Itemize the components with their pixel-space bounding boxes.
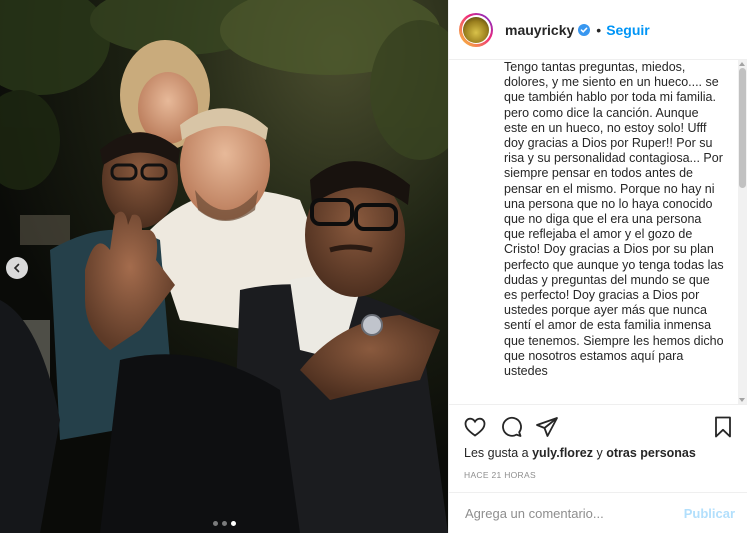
post-header: mauyricky • Seguir: [449, 0, 747, 60]
avatar[interactable]: [459, 12, 493, 47]
caption-scrollbar[interactable]: [738, 60, 747, 404]
avatar-image: [463, 16, 489, 43]
carousel-dot: [212, 521, 218, 526]
likes-others-link[interactable]: otras personas: [606, 446, 696, 460]
likes-summary: Les gusta a yuly.florez y otras personas: [464, 446, 696, 460]
bookmark-icon[interactable]: [711, 415, 735, 439]
username-link[interactable]: mauyricky: [505, 22, 574, 38]
comment-input[interactable]: [463, 504, 684, 522]
post-photo[interactable]: [0, 0, 448, 533]
liker-username-link[interactable]: yuly.florez: [532, 446, 593, 460]
carousel-dot: [230, 521, 236, 526]
post-actions: [449, 404, 747, 448]
post-image: [0, 0, 448, 533]
post-timestamp[interactable]: HACE 21 HORAS: [464, 470, 536, 480]
carousel-prev-button[interactable]: [6, 257, 28, 279]
chevron-left-icon: [13, 263, 20, 273]
comment-icon[interactable]: [499, 415, 523, 439]
post-sidebar: mauyricky • Seguir Tengo tantas pregunta…: [448, 0, 747, 533]
heart-icon[interactable]: [463, 415, 487, 439]
carousel-dot: [221, 521, 227, 526]
scroll-down-arrow-icon[interactable]: [739, 398, 745, 402]
avatar-ring: [461, 15, 491, 44]
comment-form: Publicar: [449, 492, 747, 533]
publish-button[interactable]: Publicar: [684, 506, 735, 521]
likes-middle: y: [593, 446, 607, 460]
likes-prefix: Les gusta a: [464, 446, 533, 460]
header-separator: •: [596, 21, 602, 38]
scrollbar-thumb[interactable]: [739, 68, 746, 188]
carousel-indicator: [0, 521, 448, 526]
verified-badge-icon: [578, 23, 591, 36]
caption-scroll-area[interactable]: Tengo tantas preguntas, miedos, dolores,…: [449, 60, 738, 404]
paper-plane-icon[interactable]: [535, 415, 559, 439]
follow-button[interactable]: Seguir: [606, 22, 650, 38]
scroll-up-arrow-icon[interactable]: [739, 62, 745, 66]
post-caption: Tengo tantas preguntas, miedos, dolores,…: [504, 60, 724, 379]
